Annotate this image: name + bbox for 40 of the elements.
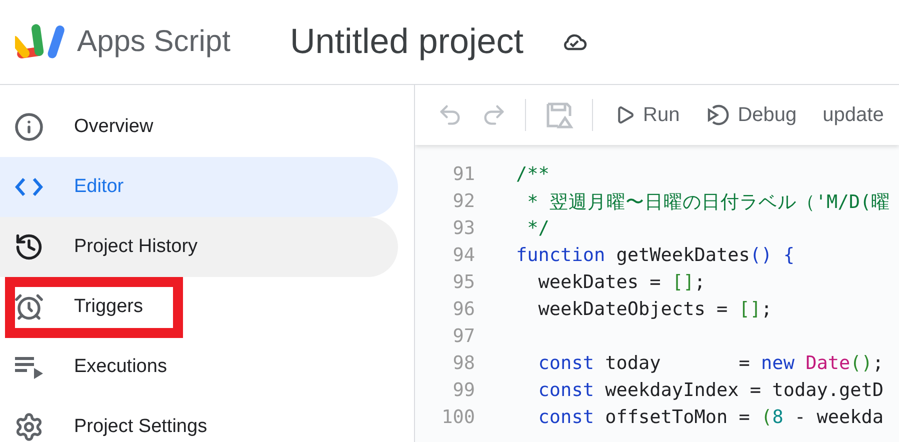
code-line: const weekdayIndex = today.getD (537, 380, 884, 401)
line-number: 91 (452, 164, 475, 185)
line-number: 99 (452, 380, 475, 401)
sidebar-item[interactable]: Project Settings (0, 397, 398, 442)
line-number: 100 (440, 407, 475, 428)
sidebar-item[interactable]: Executions (0, 337, 398, 397)
history-icon (14, 232, 44, 262)
play-icon (615, 105, 635, 125)
cloud-check-icon[interactable] (561, 32, 588, 52)
info-icon (14, 112, 44, 142)
line-number: 93 (452, 218, 475, 239)
sidebar-item[interactable]: Overview (0, 97, 398, 157)
line-number: 98 (452, 353, 475, 374)
debug-icon (706, 103, 730, 127)
sidebar-item[interactable]: Project History (0, 217, 398, 277)
debug-button[interactable]: Debug (698, 99, 805, 131)
line-number: 95 (452, 272, 475, 293)
line-number: 96 (452, 299, 475, 320)
line-number: 94 (452, 245, 475, 266)
run-button[interactable]: Run (607, 100, 688, 130)
save-icon (544, 100, 574, 130)
line-number: 97 (452, 326, 475, 347)
code-line: const offsetToMon = (8 - weekda (537, 407, 884, 428)
app-name: Apps Script (77, 25, 232, 59)
code-line: /** (516, 164, 550, 185)
list-play-icon (14, 355, 44, 379)
code-line: function getWeekDates() { (516, 245, 794, 266)
line-number: 92 (452, 191, 475, 212)
settings-icon (14, 412, 44, 442)
code-line: weekDateObjects = []; (537, 299, 772, 320)
sidebar-item[interactable]: Triggers (0, 277, 398, 337)
code-line: weekDates = []; (537, 272, 706, 293)
project-title[interactable]: Untitled project (290, 22, 524, 62)
function-select[interactable]: update (814, 100, 892, 130)
code-line: */ (526, 218, 550, 239)
alarm-clock-icon (14, 292, 44, 322)
code-line: * 翌週月曜〜日曜の日付ラベル（'M/D(曜 (526, 191, 890, 214)
code-line: const today = new Date(); (537, 353, 884, 374)
sidebar-item[interactable]: Editor (0, 157, 398, 217)
code-icon (14, 176, 44, 198)
